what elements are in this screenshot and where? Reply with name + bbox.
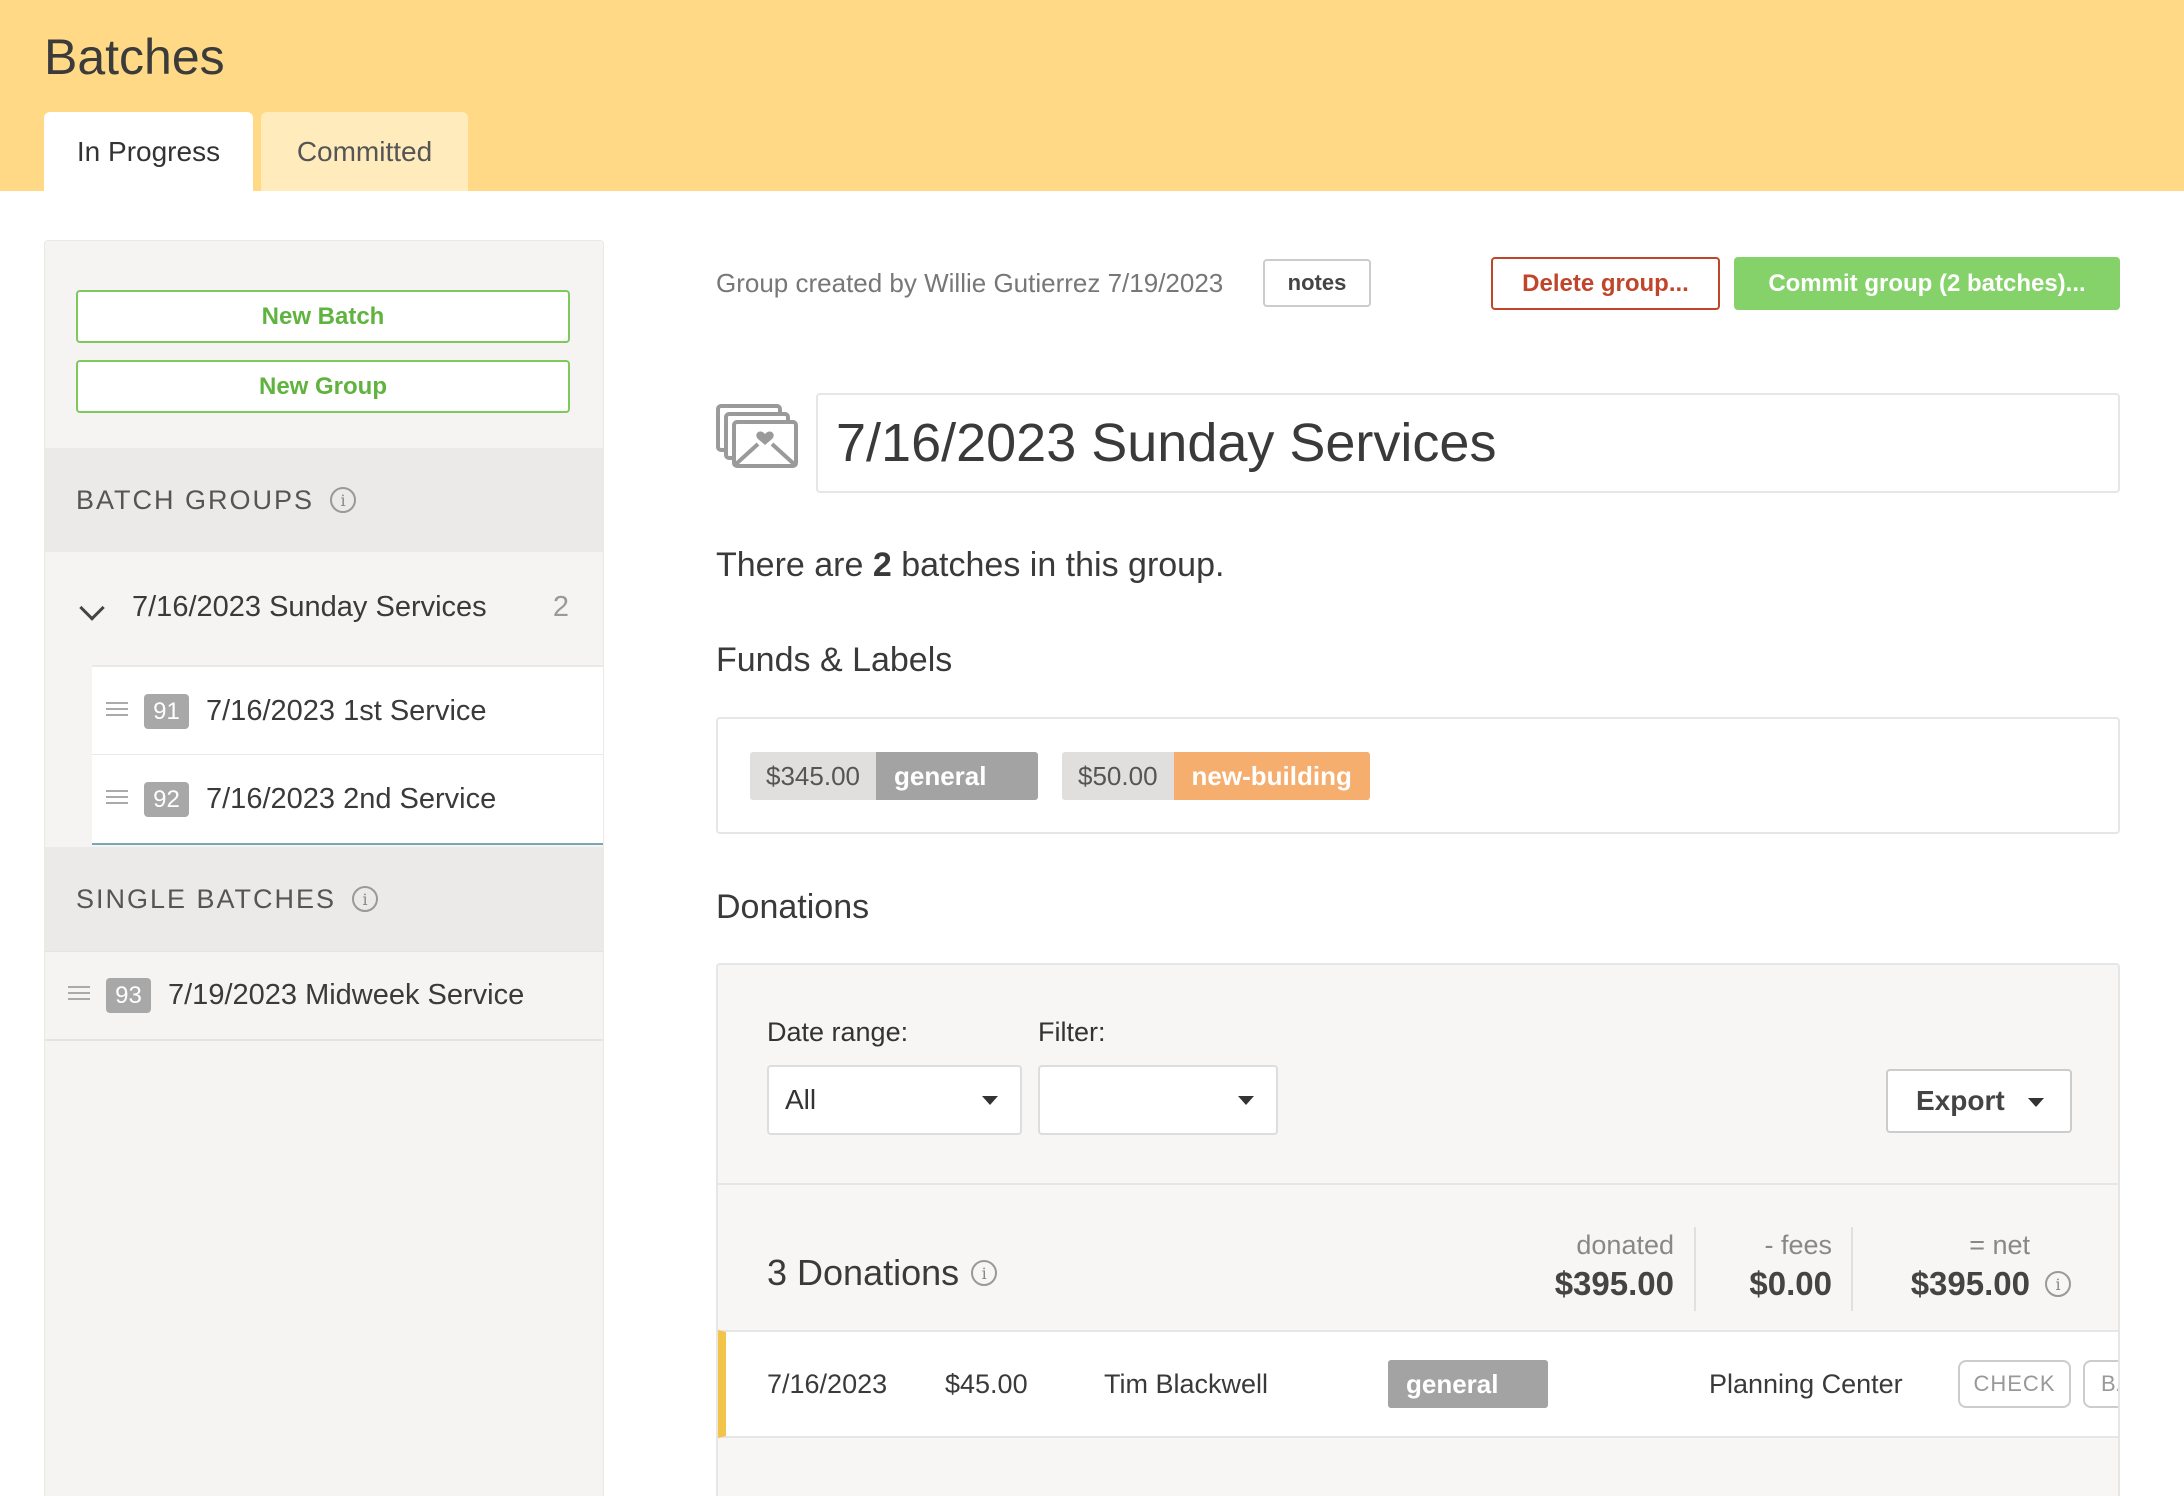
delete-group-button[interactable]: Delete group... — [1491, 257, 1720, 310]
chevron-down-icon[interactable] — [79, 595, 105, 621]
filter-label: Filter: — [1038, 1017, 1106, 1047]
batch-label: 7/19/2023 Midweek Service — [168, 979, 525, 1011]
single-batch-row[interactable]: 93 7/19/2023 Midweek Service — [45, 951, 603, 1041]
date-range-select[interactable]: All — [767, 1065, 1022, 1135]
batch-group-row[interactable]: 7/16/2023 Sunday Services 2 — [45, 553, 603, 663]
drag-handle-icon[interactable] — [68, 986, 90, 1000]
donation-source: Planning Center — [1709, 1369, 1903, 1399]
single-batches-heading-text: SINGLE BATCHES — [76, 883, 337, 914]
batch-number-badge: 92 — [144, 782, 189, 817]
payment-method-badge: CHECK — [1958, 1360, 2071, 1408]
tab-in-progress[interactable]: In Progress — [44, 112, 253, 191]
fund-tag[interactable]: $345.00 general — [750, 752, 1038, 800]
info-icon[interactable]: i — [352, 886, 379, 912]
donated-caption: donated — [1576, 1230, 1674, 1260]
notes-button[interactable]: notes — [1263, 259, 1371, 307]
net-caption: = net — [1969, 1230, 2030, 1260]
donations-panel: Date range: All Filter: Export 3 Donatio… — [716, 963, 2120, 1496]
donated-total: donated $395.00 — [1555, 1230, 1674, 1303]
totals-divider — [1694, 1227, 1696, 1311]
batch-group-label: 7/16/2023 Sunday Services — [132, 591, 487, 623]
date-range-value: All — [785, 1084, 817, 1115]
summary-prefix: There are — [716, 546, 864, 584]
caret-down-icon — [1238, 1096, 1254, 1105]
grouped-batch-row[interactable]: 92 7/16/2023 2nd Service — [92, 755, 603, 845]
batch-number-badge: 91 — [144, 694, 189, 729]
page-title: Batches — [44, 29, 225, 85]
summary-suffix: batches in this group. — [901, 546, 1225, 584]
caret-down-icon — [982, 1096, 998, 1105]
batch-label: 7/16/2023 1st Service — [206, 695, 487, 727]
fund-amount: $345.00 — [750, 752, 876, 800]
tab-committed[interactable]: Committed — [261, 112, 468, 191]
fund-label: new-building — [1173, 752, 1370, 800]
donation-fund-label: general — [1388, 1360, 1548, 1408]
group-meta-text: Group created by Willie Gutierrez 7/19/2… — [716, 268, 1224, 298]
fund-amount: $50.00 — [1062, 752, 1174, 800]
drag-handle-icon[interactable] — [106, 702, 128, 716]
donation-date: 7/16/2023 — [767, 1369, 888, 1399]
batch-groups-heading: BATCH GROUPS i — [45, 448, 603, 552]
net-value: $395.00 — [1910, 1265, 2030, 1302]
new-group-button[interactable]: New Group — [76, 360, 570, 413]
donation-count: 3 Donations i — [767, 1252, 998, 1294]
batch-number-badge: 93 — [106, 978, 151, 1013]
single-batches-heading: SINGLE BATCHES i — [45, 847, 603, 951]
donation-amount: $45.00 — [945, 1369, 1028, 1399]
filter-select[interactable] — [1038, 1065, 1278, 1135]
fees-value: $0.00 — [1749, 1265, 1832, 1302]
info-icon[interactable]: i — [2045, 1271, 2071, 1297]
export-label: Export — [1916, 1085, 2005, 1116]
summary-count: 2 — [872, 546, 892, 584]
info-icon[interactable]: i — [330, 487, 357, 513]
fund-label: general — [875, 752, 1038, 800]
page-header: Batches In Progress Committed — [0, 0, 2184, 191]
donor-name[interactable]: Tim Blackwell — [1104, 1369, 1268, 1400]
group-summary: There are 2 batches in this group. — [716, 546, 1224, 585]
export-button[interactable]: Export — [1886, 1069, 2072, 1133]
payment-method-badge: BA — [2083, 1360, 2118, 1408]
funds-heading: Funds & Labels — [716, 641, 953, 679]
batch-groups-heading-text: BATCH GROUPS — [76, 484, 315, 515]
new-batch-button[interactable]: New Batch — [76, 290, 570, 343]
group-title-input[interactable]: 7/16/2023 Sunday Services — [816, 393, 2120, 493]
commit-group-button[interactable]: Commit group (2 batches)... — [1734, 257, 2120, 310]
donation-row[interactable]: 7/16/2023 $45.00 Tim Blackwell general P… — [718, 1330, 2118, 1438]
totals-divider — [1851, 1227, 1853, 1311]
envelope-stack-icon — [716, 404, 798, 468]
donated-value: $395.00 — [1554, 1265, 1674, 1302]
batch-group-count: 2 — [552, 591, 569, 623]
funds-labels-box: $345.00 general $50.00 new-building — [716, 717, 2120, 834]
grouped-batch-row[interactable]: 91 7/16/2023 1st Service — [92, 665, 603, 755]
donations-heading: Donations — [716, 888, 870, 926]
fees-total: - fees $0.00 — [1749, 1230, 1832, 1303]
sidebar: New Batch New Group BATCH GROUPS i 7/16/… — [44, 240, 604, 1496]
donation-totals: 3 Donations i donated $395.00 - fees $0.… — [718, 1183, 2118, 1328]
fund-tag[interactable]: $50.00 new-building — [1062, 752, 1370, 800]
date-range-label: Date range: — [767, 1017, 909, 1047]
donation-count-text: 3 Donations — [767, 1252, 960, 1293]
info-icon[interactable]: i — [971, 1260, 998, 1286]
batch-label: 7/16/2023 2nd Service — [206, 783, 497, 815]
drag-handle-icon[interactable] — [106, 790, 128, 804]
net-total: = net $395.00 — [1911, 1230, 2030, 1303]
caret-down-icon — [2028, 1098, 2044, 1107]
fees-caption: - fees — [1764, 1230, 1832, 1260]
